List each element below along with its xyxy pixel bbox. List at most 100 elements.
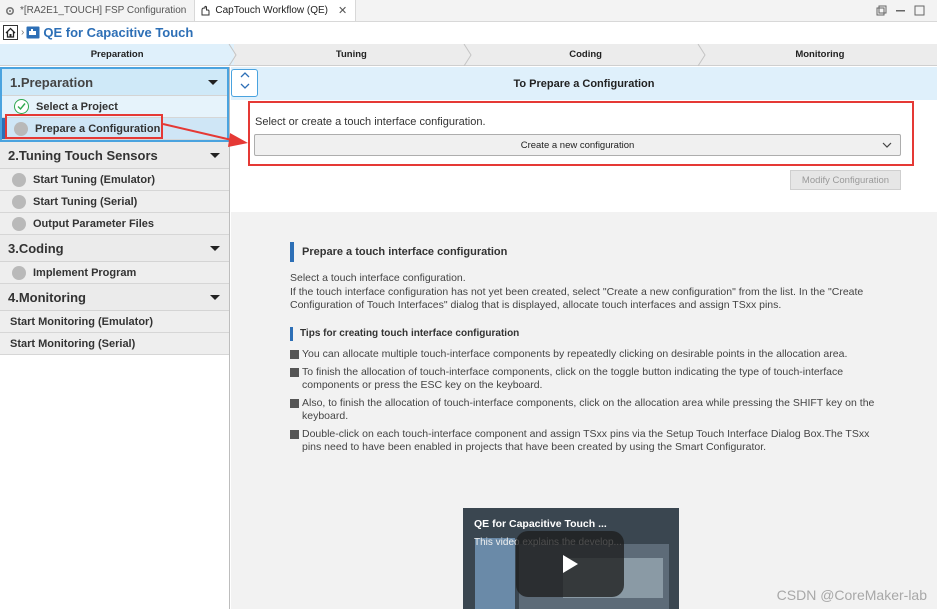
sidebar-item-start-monitoring-emulator[interactable]: Start Monitoring (Emulator): [0, 311, 229, 333]
list-item: You can allocate multiple touch-interfac…: [290, 348, 890, 361]
watermark: CSDN @CoreMaker-lab: [776, 587, 927, 603]
step-label: Tuning: [335, 49, 367, 60]
step-separator: [697, 44, 706, 66]
select-value: Create a new configuration: [520, 139, 635, 151]
breadcrumb: › QE for Capacitive Touch: [0, 22, 937, 43]
sidebar-item-label: Start Tuning (Serial): [33, 195, 138, 208]
section-header-preparation[interactable]: 1.Preparation: [2, 69, 227, 96]
qe-logo-icon: [26, 26, 40, 39]
sidebar-item-label: Output Parameter Files: [33, 217, 155, 230]
play-icon: [563, 555, 578, 573]
configuration-select[interactable]: Create a new configuration: [254, 134, 901, 156]
sidebar-item-label: Implement Program: [33, 266, 137, 279]
tips-list: You can allocate multiple touch-interfac…: [290, 348, 890, 454]
status-circle-icon: [12, 194, 26, 209]
help-intro-line: Select a touch interface configuration.: [290, 272, 466, 284]
sidebar-item-start-tuning-serial[interactable]: Start Tuning (Serial): [0, 191, 229, 213]
gear-icon: [4, 5, 16, 17]
status-circle-icon: [12, 216, 26, 231]
sidebar-item-prepare-configuration[interactable]: Prepare a Configuration: [2, 118, 227, 140]
bullet-icon: [290, 349, 299, 359]
list-item: Also, to finish the allocation of touch-…: [290, 397, 890, 423]
sidebar-item-output-parameter-files[interactable]: Output Parameter Files: [0, 213, 229, 235]
tab-captouch-workflow[interactable]: CapTouch Workflow (QE) ✕: [194, 0, 357, 21]
status-circle-icon: [12, 172, 26, 187]
video-frame-detail: [475, 538, 515, 609]
configuration-area: Select or create a touch interface confi…: [231, 100, 937, 212]
sidebar-item-label: Start Tuning (Emulator): [33, 173, 156, 186]
help-intro-line: If the touch interface configuration has…: [290, 285, 864, 312]
tab-label: *[RA2E1_TOUCH] FSP Configuration: [20, 5, 187, 16]
home-icon[interactable]: [3, 25, 18, 40]
sidebar-item-label: Prepare a Configuration: [35, 122, 161, 135]
maximize-icon[interactable]: [914, 5, 925, 16]
status-circle-icon: [12, 265, 26, 280]
modify-configuration-button[interactable]: Modify Configuration: [790, 170, 901, 190]
step-label: Monitoring: [795, 49, 845, 60]
tab-fsp-configuration[interactable]: *[RA2E1_TOUCH] FSP Configuration: [0, 0, 194, 21]
main-panel: To Prepare a Configuration Select or cre…: [231, 67, 937, 609]
chevron-down-icon[interactable]: [208, 80, 218, 85]
bullet-icon: [290, 429, 299, 439]
video-title: QE for Capacitive Touch ...: [474, 518, 607, 530]
captouch-icon: [199, 5, 211, 17]
step-preparation[interactable]: Preparation: [0, 44, 237, 66]
editor-actions: [876, 0, 937, 21]
step-label: Coding: [569, 49, 602, 60]
close-icon[interactable]: ✕: [338, 4, 347, 17]
tip-text: Double-click on each touch-interface com…: [302, 427, 870, 453]
section-header-monitoring[interactable]: 4.Monitoring: [0, 284, 229, 311]
section-label: 4.Monitoring: [8, 289, 86, 305]
sidebar-item-start-tuning-emulator[interactable]: Start Tuning (Emulator): [0, 169, 229, 191]
step-coding[interactable]: Coding: [469, 44, 706, 66]
step-separator: [463, 44, 472, 66]
chevron-down-icon[interactable]: [210, 295, 220, 300]
sidebar-item-select-project[interactable]: Select a Project: [2, 96, 227, 118]
tips-heading: Tips for creating touch interface config…: [290, 326, 890, 341]
page-title: QE for Capacitive Touch: [43, 25, 194, 40]
status-circle-icon: [14, 121, 28, 136]
video-thumbnail[interactable]: QE for Capacitive Touch ... This video e…: [463, 508, 679, 609]
panel-title: To Prepare a Configuration: [231, 67, 937, 100]
check-circle-icon: [14, 99, 29, 114]
workflow-sidebar: 1.Preparation Select a Project Prepare a…: [0, 67, 230, 609]
bullet-icon: [290, 398, 299, 408]
list-item: Double-click on each touch-interface com…: [290, 428, 890, 454]
sidebar-item-label: Start Monitoring (Emulator): [10, 315, 153, 328]
restore-icon[interactable]: [876, 5, 887, 16]
chevron-down-icon[interactable]: [210, 246, 220, 251]
list-item: To finish the allocation of touch-interf…: [290, 366, 890, 392]
tip-text: You can allocate multiple touch-interfac…: [302, 347, 848, 360]
help-intro: Select a touch interface configuration. …: [290, 272, 890, 313]
sidebar-item-label: Start Monitoring (Serial): [10, 337, 136, 350]
step-tuning[interactable]: Tuning: [234, 44, 472, 66]
bullet-icon: [290, 367, 299, 377]
help-heading: Prepare a touch interface configuration: [290, 242, 890, 262]
section-label: 3.Coding: [8, 240, 64, 256]
play-button[interactable]: [516, 531, 624, 597]
tip-text: To finish the allocation of touch-interf…: [302, 365, 844, 391]
chevron-down-icon[interactable]: [882, 140, 892, 150]
section-header-tuning[interactable]: 2.Tuning Touch Sensors: [0, 142, 229, 169]
step-monitoring[interactable]: Monitoring: [703, 44, 937, 65]
chevron-down-icon[interactable]: [210, 153, 220, 158]
chevron-down-icon[interactable]: [240, 83, 250, 95]
section-header-coding[interactable]: 3.Coding: [0, 235, 229, 262]
step-label: Preparation: [90, 49, 144, 60]
section-label: 2.Tuning Touch Sensors: [8, 147, 158, 163]
tab-label: CapTouch Workflow (QE): [215, 5, 329, 16]
minimize-icon[interactable]: [895, 5, 906, 16]
help-content: Prepare a touch interface configuration …: [290, 242, 890, 459]
chevron-right-icon: ›: [21, 27, 25, 38]
workflow-steps: Preparation Tuning Coding Monitoring: [0, 44, 937, 66]
tip-text: Also, to finish the allocation of touch-…: [302, 396, 875, 422]
select-label: Select or create a touch interface confi…: [255, 116, 486, 128]
editor-tab-bar: *[RA2E1_TOUCH] FSP Configuration CapTouc…: [0, 0, 937, 22]
step-separator: [228, 44, 237, 66]
sidebar-item-start-monitoring-serial[interactable]: Start Monitoring (Serial): [0, 333, 229, 355]
section-preparation: 1.Preparation Select a Project Prepare a…: [0, 67, 229, 142]
chevron-up-icon[interactable]: [240, 71, 250, 83]
sidebar-item-implement-program[interactable]: Implement Program: [0, 262, 229, 284]
sidebar-item-label: Select a Project: [36, 100, 118, 113]
collapse-toggle[interactable]: [231, 69, 258, 97]
